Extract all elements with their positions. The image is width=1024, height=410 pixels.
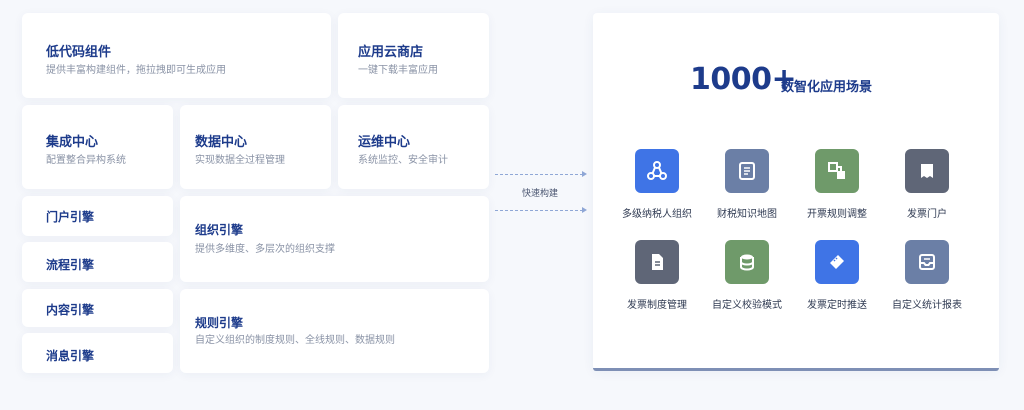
connector-arrow-top: [582, 171, 587, 177]
appstore-card[interactable]: 应用云商店 一键下载丰富应用: [338, 13, 489, 98]
connector-label: 快速构建: [522, 189, 559, 199]
connector-line-top: [495, 174, 583, 175]
connector-line-bottom: [495, 210, 583, 211]
portal-engine-title: 门户引擎: [46, 210, 95, 224]
scene-label: 多级纳税人组织: [622, 209, 692, 220]
integration-title: 集成中心: [46, 135, 99, 150]
scene-invoice-policy[interactable]: 发票制度管理: [607, 240, 707, 311]
message-engine-card[interactable]: 消息引擎: [22, 333, 173, 373]
ticket-icon: [815, 240, 859, 284]
lowcode-desc: 提供丰富构建组件，拖拉拽即可生成应用: [46, 65, 226, 76]
connector-arrow-bottom: [582, 207, 587, 213]
lowcode-title: 低代码组件: [46, 45, 112, 60]
blocks-icon: [815, 149, 859, 193]
org-engine-desc: 提供多维度、多层次的组织支撑: [195, 244, 335, 255]
scene-scheduled-push[interactable]: 发票定时推送: [787, 240, 887, 311]
rule-engine-desc: 自定义组织的制度规则、全线规则、数据规则: [195, 335, 395, 346]
scenario-subtitle: 数智化应用场景: [781, 80, 873, 95]
document-icon: [635, 240, 679, 284]
integration-card[interactable]: 集成中心 配置整合异构系统: [22, 105, 173, 189]
rule-engine-card[interactable]: 规则引擎 自定义组织的制度规则、全线规则、数据规则: [180, 289, 489, 373]
portal-engine-card[interactable]: 门户引擎: [22, 196, 173, 236]
data-center-title: 数据中心: [195, 135, 248, 150]
scene-invoice-portal[interactable]: 发票门户: [877, 149, 977, 220]
scene-label: 自定义统计报表: [892, 300, 962, 311]
ops-center-desc: 系统监控、安全审计: [358, 155, 448, 166]
data-center-desc: 实现数据全过程管理: [195, 155, 285, 166]
appstore-title: 应用云商店: [358, 45, 424, 60]
process-engine-card[interactable]: 流程引擎: [22, 242, 173, 282]
database-icon: [725, 240, 769, 284]
tree-icon: [635, 149, 679, 193]
receipt-icon: [905, 149, 949, 193]
appstore-desc: 一键下载丰富应用: [358, 65, 438, 76]
integration-desc: 配置整合异构系统: [46, 155, 126, 166]
message-engine-title: 消息引擎: [46, 349, 95, 363]
book-icon: [725, 149, 769, 193]
content-engine-card[interactable]: 内容引擎: [22, 289, 173, 327]
scene-invoice-rules[interactable]: 开票规则调整: [787, 149, 887, 220]
scene-knowledge-map[interactable]: 财税知识地图: [697, 149, 797, 220]
scene-label: 发票制度管理: [627, 300, 687, 311]
scene-label: 财税知识地图: [717, 209, 777, 220]
scene-label: 自定义校验模式: [712, 300, 782, 311]
rule-engine-title: 规则引擎: [195, 316, 244, 330]
panel-bottom-bar: [593, 368, 999, 371]
scene-label: 开票规则调整: [807, 209, 867, 220]
data-center-card[interactable]: 数据中心 实现数据全过程管理: [180, 105, 331, 189]
scene-custom-validation[interactable]: 自定义校验模式: [697, 240, 797, 311]
lowcode-card[interactable]: 低代码组件 提供丰富构建组件，拖拉拽即可生成应用: [22, 13, 331, 98]
content-engine-title: 内容引擎: [46, 303, 95, 317]
process-engine-title: 流程引擎: [46, 258, 95, 272]
ops-center-title: 运维中心: [358, 135, 411, 150]
scene-tax-org[interactable]: 多级纳税人组织: [607, 149, 707, 220]
inbox-icon: [905, 240, 949, 284]
scene-label: 发票定时推送: [807, 300, 867, 311]
org-engine-card[interactable]: 组织引擎 提供多维度、多层次的组织支撑: [180, 196, 489, 282]
scene-custom-reports[interactable]: 自定义统计报表: [877, 240, 977, 311]
ops-center-card[interactable]: 运维中心 系统监控、安全审计: [338, 105, 489, 189]
scene-label: 发票门户: [907, 209, 947, 220]
org-engine-title: 组织引擎: [195, 223, 244, 237]
